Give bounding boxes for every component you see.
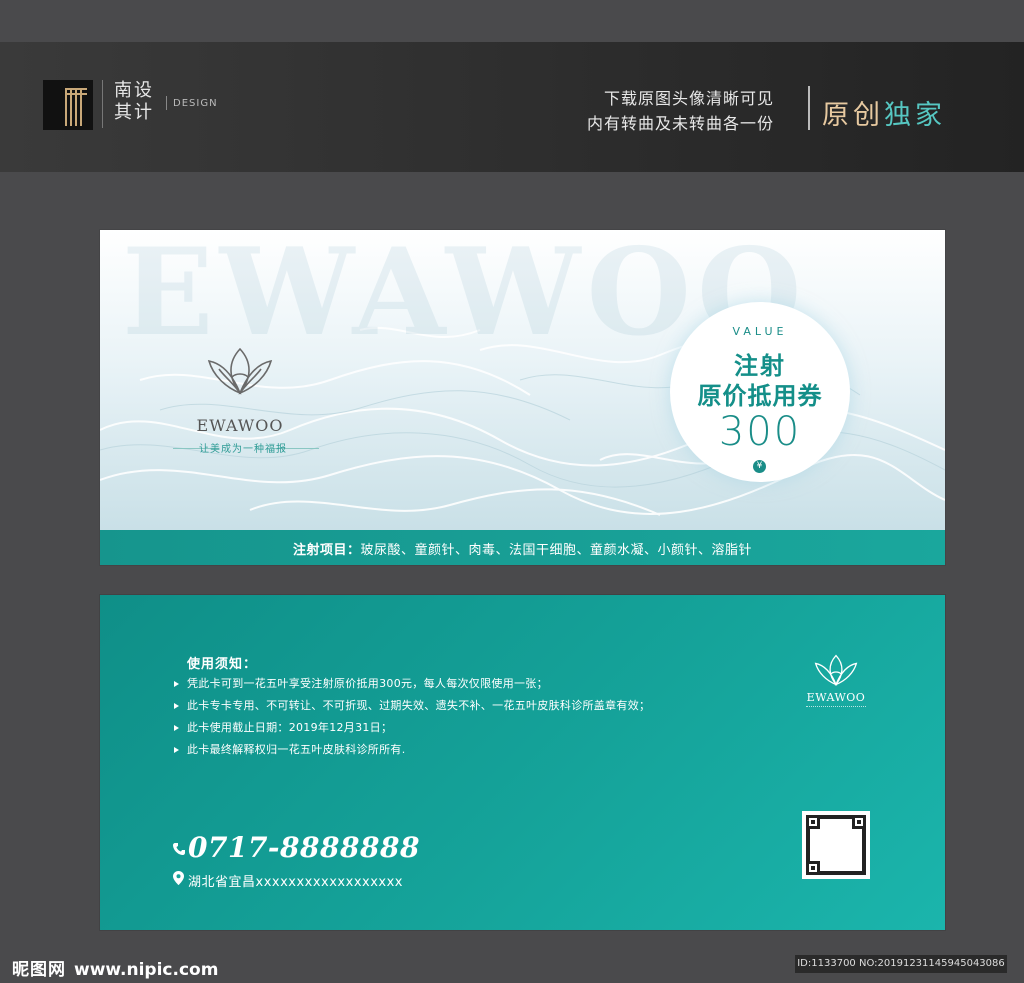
lotus-logo-icon bbox=[814, 654, 858, 686]
usage-notice-title: 使用须知： bbox=[187, 657, 258, 672]
treatment-list: 注射项目：玻尿酸、童颜针、肉毒、法国干细胞、童颜水凝、小颜针、溶脂针 bbox=[100, 539, 945, 558]
treatment-items: 玻尿酸、童颜针、肉毒、法国干细胞、童颜水凝、小颜针、溶脂针 bbox=[360, 543, 753, 558]
logo-divider bbox=[102, 80, 103, 128]
notice-text: 此卡专卡专用、不可转让、不可折现、过期失效、遗失不补、一花五叶皮肤科诊所盖章有效… bbox=[187, 699, 651, 712]
image-id-label: ID:1133700 NO:20191231145945043086 bbox=[795, 955, 1007, 973]
voucher-title-line2: 原价抵用券 bbox=[697, 381, 823, 410]
studio-name-line2: 其计 bbox=[114, 102, 154, 123]
bullet-triangle-icon bbox=[174, 747, 179, 753]
phone-icon bbox=[173, 843, 185, 855]
treatment-band: 注射项目：玻尿酸、童颜针、肉毒、法国干细胞、童颜水凝、小颜针、溶脂针 bbox=[100, 530, 945, 565]
currency-badge: ¥ bbox=[753, 460, 766, 473]
original-badge: 原创独家 bbox=[822, 93, 946, 132]
value-circle: VALUE 注射 原价抵用券 300 ¥ bbox=[670, 302, 850, 482]
location-pin-icon bbox=[173, 871, 184, 885]
qr-code-placeholder bbox=[802, 811, 870, 879]
site-url: www.nipic.com bbox=[74, 960, 219, 980]
brand-slogan: 让美成为一种福报 bbox=[199, 444, 287, 455]
header-note-1: 下载原图头像清晰可见 bbox=[603, 89, 774, 108]
bullet-triangle-icon bbox=[174, 725, 179, 731]
notice-text: 凭此卡可到一花五叶享受注射原价抵用300元，每人每次仅限使用一张； bbox=[187, 677, 548, 690]
logo-divider-small bbox=[166, 96, 167, 110]
value-label: VALUE bbox=[732, 325, 788, 338]
lotus-logo-icon bbox=[207, 347, 273, 395]
header-divider bbox=[808, 86, 810, 130]
studio-name: 南设 其计 bbox=[114, 80, 164, 124]
phone-number: 0717-8888888 bbox=[188, 831, 420, 864]
bullet-triangle-icon bbox=[174, 681, 179, 687]
studio-name-line1: 南设 bbox=[114, 80, 154, 101]
bullet-triangle-icon bbox=[174, 703, 179, 709]
voucher-amount: 300 bbox=[718, 409, 802, 455]
notice-item: 此卡最终解释权归一花五叶皮肤科诊所所有. bbox=[174, 739, 650, 761]
brand-name: EWAWOO bbox=[196, 416, 284, 435]
badge-part2: 独家 bbox=[884, 100, 946, 131]
notice-text: 此卡最终解释权归一花五叶皮肤科诊所所有. bbox=[187, 743, 406, 756]
voucher-back: 使用须知： 凭此卡可到一花五叶享受注射原价抵用300元，每人每次仅限使用一张； … bbox=[100, 595, 945, 930]
studio-design-label: DESIGN bbox=[173, 98, 218, 109]
badge-part1: 原创 bbox=[822, 100, 884, 131]
back-brand-name: EWAWOO bbox=[806, 691, 866, 704]
notice-text: 此卡使用截止日期：2019年12月31日； bbox=[187, 721, 393, 734]
address: 湖北省宜昌xxxxxxxxxxxxxxxxxx bbox=[188, 875, 403, 890]
usage-notice-list: 凭此卡可到一花五叶享受注射原价抵用300元，每人每次仅限使用一张； 此卡专卡专用… bbox=[174, 673, 650, 761]
voucher-front: EWAWOO EWAWOO 让美成为一种福报 VALUE 注射 原价抵用券 30… bbox=[100, 230, 945, 565]
notice-item: 此卡专卡专用、不可转让、不可折现、过期失效、遗失不补、一花五叶皮肤科诊所盖章有效… bbox=[174, 695, 650, 717]
notice-item: 凭此卡可到一花五叶享受注射原价抵用300元，每人每次仅限使用一张； bbox=[174, 673, 650, 695]
back-brand-tagline-mark bbox=[806, 706, 866, 709]
site-name: 昵图网 bbox=[12, 960, 66, 980]
site-watermark: 昵图网 www.nipic.com bbox=[12, 955, 218, 980]
notice-item: 此卡使用截止日期：2019年12月31日； bbox=[174, 717, 650, 739]
studio-logo-icon bbox=[43, 80, 93, 130]
treatment-label: 注射项目： bbox=[292, 543, 361, 558]
header-note-2: 内有转曲及未转曲各一份 bbox=[586, 114, 774, 133]
